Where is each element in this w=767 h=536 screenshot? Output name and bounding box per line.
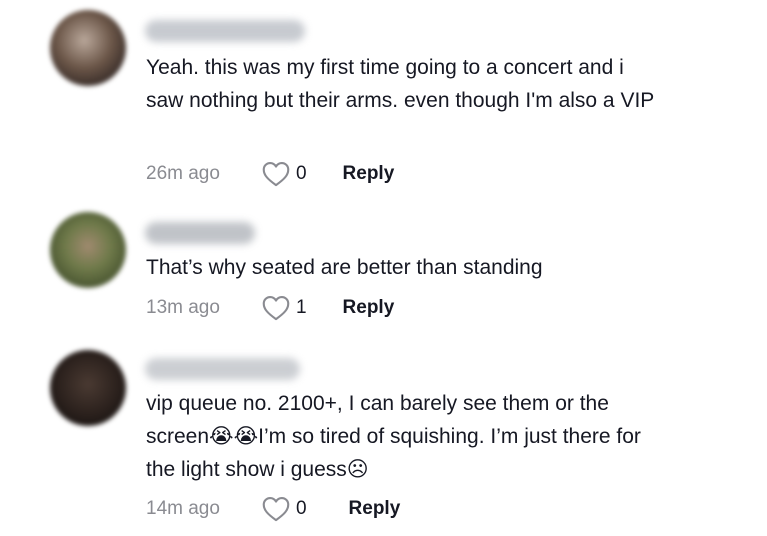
heart-outline-icon [262,161,290,187]
username-blurred[interactable] [145,358,300,380]
timestamp: 14m ago [146,498,220,519]
like-count: 1 [295,297,307,318]
reply-button[interactable]: Reply [343,163,395,185]
avatar[interactable] [50,10,126,86]
timestamp: 26m ago [146,163,220,184]
comment-meta: 26m ago 0 Reply [146,159,394,189]
comment-meta: 14m ago 0 Reply [146,494,400,524]
heart-outline-icon [262,295,290,321]
heart-outline-icon [262,496,290,522]
like-button[interactable]: 0 [262,161,307,187]
reply-button[interactable]: Reply [343,297,395,319]
comment-text: Yeah. this was my first time going to a … [146,56,655,112]
avatar[interactable] [50,212,126,288]
reply-button[interactable]: Reply [349,498,401,520]
avatar[interactable] [50,350,126,426]
username-blurred[interactable] [145,20,305,42]
like-count: 0 [295,498,307,519]
timestamp: 13m ago [146,297,220,318]
like-count: 0 [295,163,307,184]
comment-text: That’s why seated are better than standi… [146,256,543,279]
username-blurred[interactable] [145,222,255,244]
comment-meta: 13m ago 1 Reply [146,293,394,323]
like-button[interactable]: 1 [262,295,307,321]
like-button[interactable]: 0 [262,496,307,522]
comment-text: vip queue no. 2100+, I can barely see th… [146,392,641,481]
